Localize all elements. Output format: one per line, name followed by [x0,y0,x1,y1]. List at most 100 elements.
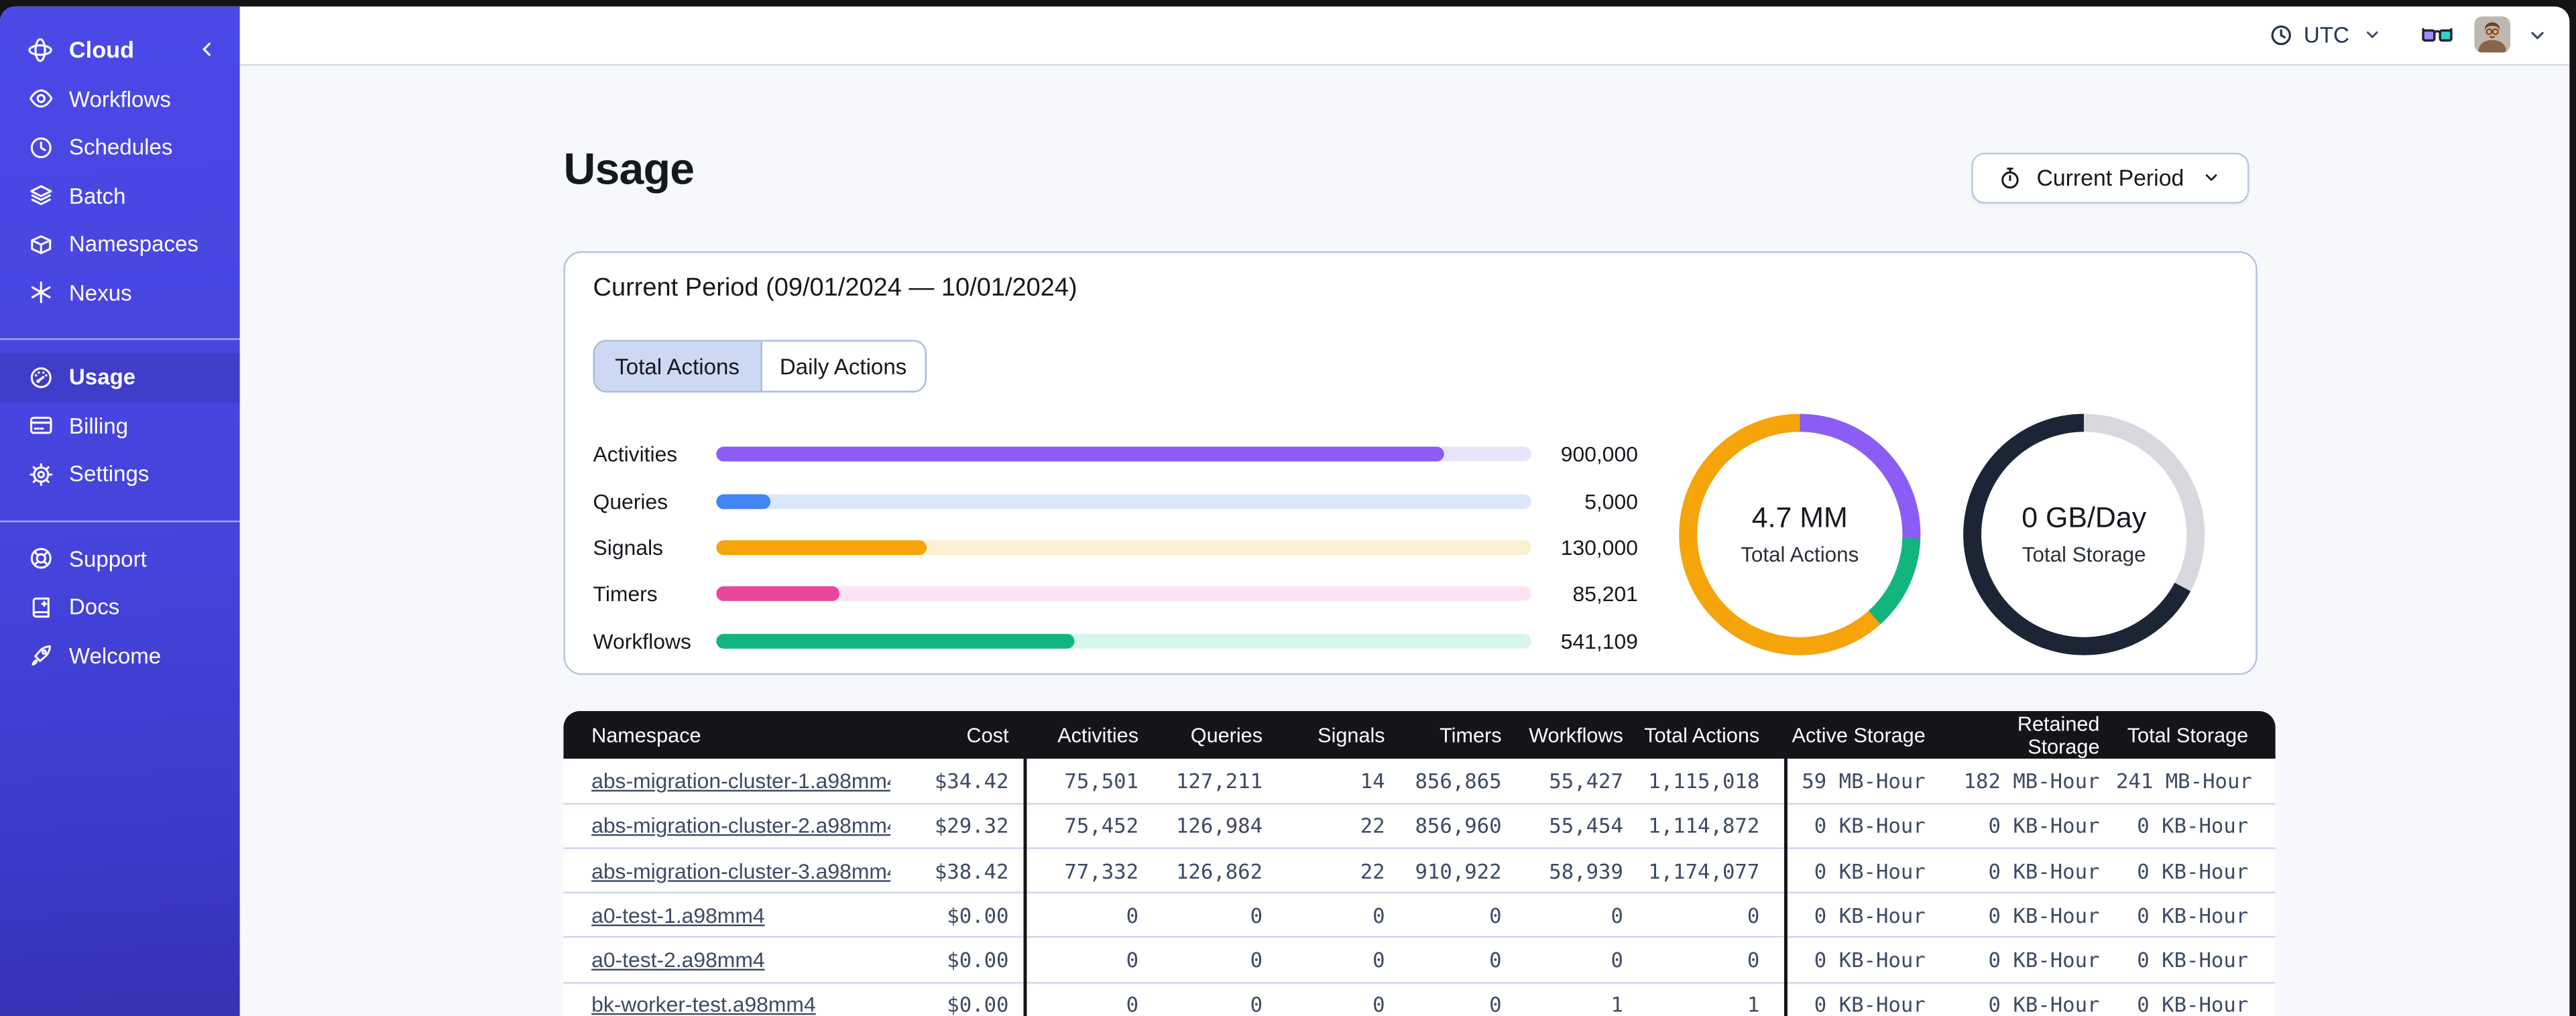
period-select-button[interactable]: Current Period [1971,152,2249,204]
column-header-signals: Signals [1318,723,1385,747]
bar-row-queries: Queries 5,000 [593,487,1638,516]
usage-page: Usage Current Period Current Period (09/… [239,65,2570,1016]
cell-queries: 126,862 [1175,858,1263,883]
column-header-workflows: Workflows [1529,723,1623,747]
column-header-active-storage: Active Storage [1792,723,1926,747]
table-row: abs-migration-cluster-1.a98mm4 $34.42 75,5… [563,759,2276,803]
sidebar-item-settings[interactable]: Settings [0,450,240,499]
table-row: abs-migration-cluster-2.a98mm4 $29.32 75,4… [563,802,2276,848]
cell-total-actions: 1,114,872 [1648,813,1760,838]
usage-icon [26,364,54,392]
cell-total-actions: 1,115,018 [1648,768,1760,793]
bar-fill-workflows [716,633,1075,649]
cell-retained-storage: 0 KB-Hour [1988,858,2100,883]
namespace-link[interactable]: abs-migration-cluster-1.a98mm4 [563,769,890,793]
sidebar-item-welcome[interactable]: Welcome [0,632,240,680]
feedback-glasses-button[interactable] [2422,21,2453,49]
sidebar-item-schedules[interactable]: Schedules [0,123,240,172]
bar-value: 85,201 [1572,582,1638,607]
sidebar-brand[interactable]: Cloud [0,24,240,75]
sidebar-item-nexus[interactable]: Nexus [0,269,240,317]
namespace-link[interactable]: abs-migration-cluster-2.a98mm4 [563,813,890,838]
tab-daily-actions[interactable]: Daily Actions [760,341,925,392]
cell-workflows: 55,454 [1549,813,1623,838]
table-header-row: Namespace Cost Activities Queries Signals Tim… [563,710,2276,759]
batch-icon [26,182,54,210]
column-header-namespace: Namespace [591,723,701,747]
sidebar-item-label: Namespaces [68,232,198,257]
cell-total-storage: 0 KB-Hour [2137,992,2249,1016]
cell-total-storage: 0 KB-Hour [2137,948,2249,972]
total-actions-donut: 4.7 MM Total Actions [1679,414,1921,655]
cell-signals: 0 [1372,903,1385,928]
sidebar-item-namespaces[interactable]: Namespaces [0,220,240,269]
table-body: abs-migration-cluster-1.a98mm4 $34.42 75,5… [563,759,2276,1016]
card-title: Current Period (09/01/2024 — 10/01/2024) [593,274,1077,302]
sidebar-item-support[interactable]: Support [0,535,240,583]
sidebar-collapse-button[interactable] [192,36,221,64]
current-period-card: Current Period (09/01/2024 — 10/01/2024)… [563,251,2258,676]
sidebar-item-billing[interactable]: Billing [0,402,240,450]
cell-total-actions: 0 [1747,903,1760,928]
cell-timers: 910,922 [1415,858,1502,883]
bar-label: Activities [593,442,678,468]
namespace-link[interactable]: bk-worker-test.a98mm4 [563,993,890,1016]
cell-queries: 127,211 [1175,768,1263,793]
timezone-selector[interactable]: UTC [2268,21,2386,49]
sidebar-item-label: Billing [68,414,129,439]
table-row: a0-test-1.a98mm4 $0.00 0 0 0 0 0 0 0 KB-Hour 0 KB… [563,891,2276,937]
namespace-link[interactable]: a0-test-1.a98mm4 [563,903,890,928]
bar-value: 5,000 [1584,489,1638,514]
sidebar-item-workflows[interactable]: Workflows [0,75,240,123]
tab-total-actions[interactable]: Total Actions [595,341,760,392]
bar-row-timers: Timers 85,201 [593,580,1638,609]
cell-activities: 75,501 [1064,768,1139,793]
column-header-total-storage: Total Storage [2127,723,2249,747]
sidebar-item-batch[interactable]: Batch [0,172,240,220]
bar-track-workflows [716,633,1531,649]
total-storage-label: Total Storage [2022,542,2146,568]
sidebar-nav-account: Usage Billing Settings [0,353,240,499]
sidebar-nav-footer: Support Docs Welcome [0,535,240,680]
cell-retained-storage: 0 KB-Hour [1988,948,2100,972]
cell-active-storage: 0 KB-Hour [1814,992,1926,1016]
cell-cost: $0.00 [947,903,1009,928]
support-icon [26,545,54,573]
cell-activities: 77,332 [1064,858,1139,883]
nexus-icon [26,279,54,307]
sidebar-item-usage[interactable]: Usage [0,353,240,402]
total-actions-value: 4.7 MM [1751,501,1848,535]
cell-cost: $34.42 [934,768,1009,793]
topbar: UTC [239,6,2570,66]
sidebar-nav-main: Workflows Schedules Batch Namespaces Nexus [0,75,240,317]
column-header-timers: Timers [1440,723,1502,747]
period-select-label: Current Period [2036,166,2184,191]
sidebar-item-label: Usage [68,365,136,390]
cell-signals: 0 [1372,992,1385,1016]
glasses-icon [2422,21,2453,49]
cell-signals: 14 [1360,768,1385,793]
sidebar-item-docs[interactable]: Docs [0,583,240,631]
sidebar-item-label: Batch [68,184,126,209]
total-actions-label: Total Actions [1741,542,1859,568]
main-area: UTC Usage Current Period Current Period … [239,6,2570,1016]
namespace-link[interactable]: abs-migration-cluster-3.a98mm4 [563,858,890,883]
cell-queries: 126,984 [1175,813,1263,838]
cell-cost: $38.42 [934,858,1009,883]
bar-label: Signals [593,535,664,560]
user-avatar[interactable] [2474,17,2511,54]
sidebar-divider [0,519,240,522]
account-menu-button[interactable] [2524,21,2552,49]
table-row: abs-migration-cluster-3.a98mm4 $38.42 77,3… [563,847,2276,892]
column-header-queries: Queries [1190,723,1263,747]
cell-retained-storage: 0 KB-Hour [1988,992,2100,1016]
app-window: Cloud Workflows Schedules Batch Namespaces N… [0,6,2570,1016]
cell-activities: 0 [1126,992,1139,1016]
total-storage-value: 0 GB/Day [2022,501,2147,535]
actions-tab-group: Total Actions Daily Actions [593,340,927,393]
namespace-link[interactable]: a0-test-2.a98mm4 [563,948,890,972]
cell-workflows: 0 [1611,948,1623,972]
column-header-total-actions: Total Actions [1644,723,1760,747]
cell-retained-storage: 0 KB-Hour [1988,813,2100,838]
cell-cost: $29.32 [934,813,1009,838]
